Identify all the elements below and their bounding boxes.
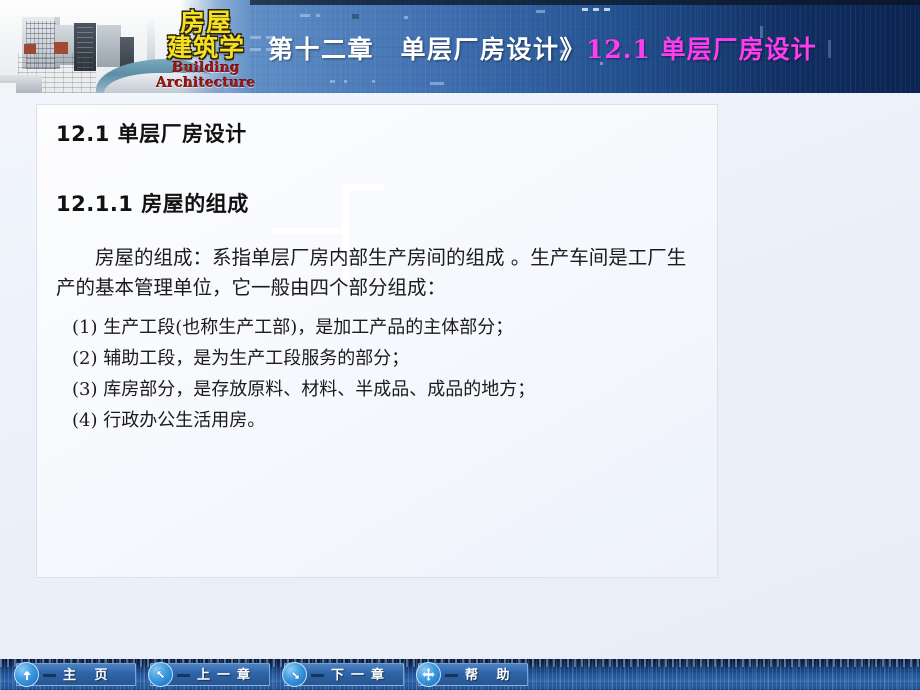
nav-button-label: 上一章 <box>197 668 258 683</box>
logo-en-line2: Architecture <box>156 75 256 91</box>
four-way-arrow-icon <box>416 662 441 687</box>
logo-en-line1: Building <box>172 60 240 76</box>
nav-button-prev-chapter[interactable]: 上一章 <box>148 662 270 687</box>
nav-button-help[interactable]: 帮 助 <box>416 662 528 687</box>
nav-button-home[interactable]: 主 页 <box>14 662 136 687</box>
nav-button-label: 下一章 <box>331 668 392 683</box>
header-section-title: 12.1 单层厂房设计 <box>586 35 817 64</box>
section-heading: 12.1 单层厂房设计 <box>56 122 247 146</box>
list-item: (2) 辅助工段，是为生产工段服务的部分； <box>72 348 410 369</box>
slide-page: 房屋 建筑学 Building Architecture 第十二章 单层厂房设计… <box>0 0 920 690</box>
list-item: (1) 生产工段(也称生产工部)，是加工产品的主体部分； <box>72 317 514 338</box>
low-building-2 <box>0 83 16 93</box>
nav-dash <box>43 674 56 677</box>
header-chapter-title: 第十二章 单层厂房设计》 <box>268 35 587 64</box>
nav-button-next-chapter[interactable]: 下一章 <box>282 662 404 687</box>
home-hand-icon <box>14 662 39 687</box>
course-logo: 房屋 建筑学 Building Architecture <box>150 8 262 91</box>
nav-dash <box>445 674 458 677</box>
slide-header: 房屋 建筑学 Building Architecture 第十二章 单层厂房设计… <box>0 0 920 93</box>
bottom-navigation-bar: 主 页 上一章 下一章 帮 助 Back Next Building Arc <box>0 659 920 690</box>
skyscraper-4 <box>97 25 121 67</box>
nav-dash <box>177 674 190 677</box>
arrow-up-left-icon <box>148 662 173 687</box>
header-title: 第十二章 单层厂房设计》12.1 单层厂房设计 <box>268 30 918 70</box>
nav-dash <box>311 674 324 677</box>
list-item: (3) 库房部分，是存放原料、材料、半成品、成品的地方； <box>72 379 536 400</box>
nav-button-label: 帮 助 <box>465 668 517 683</box>
logo-cn-line1: 房屋 <box>179 8 232 37</box>
body-paragraph: 房屋的组成：系指单层厂房内部生产房间的组成 。生产车间是工厂生产的基本管理单位，… <box>56 246 687 299</box>
subsection-heading: 12.1.1 房屋的组成 <box>56 192 249 216</box>
list-item: (4) 行政办公生活用房。 <box>72 410 266 431</box>
composition-list: (1) 生产工段(也称生产工部)，是加工产品的主体部分； (2) 辅助工段，是为… <box>72 312 692 436</box>
arrow-down-right-icon <box>282 662 307 687</box>
nav-button-label: 主 页 <box>63 668 115 683</box>
logo-cn-line2: 建筑学 <box>166 33 245 62</box>
